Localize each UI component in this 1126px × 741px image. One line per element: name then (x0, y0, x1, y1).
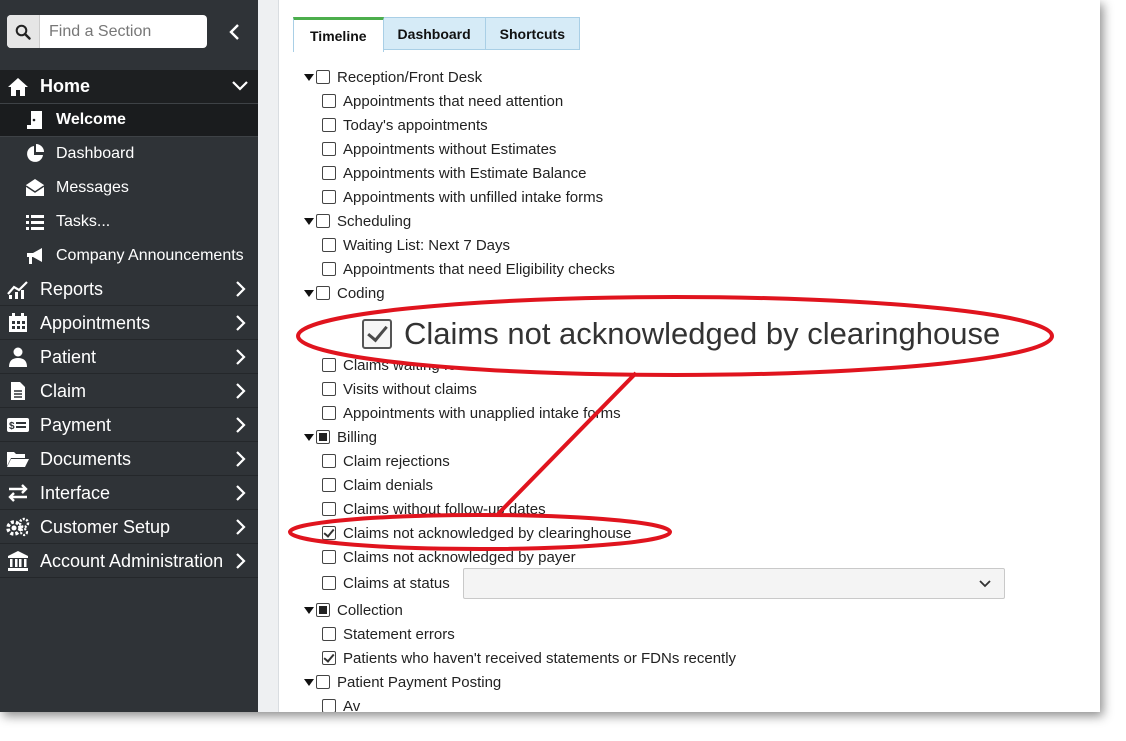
callout-label: Claims not acknowledged by clearinghouse (404, 316, 1001, 351)
callout-connector (496, 371, 638, 516)
annotation-overlay (288, 295, 1054, 551)
highlight-ellipse (288, 513, 672, 551)
app-window: Home Welcome Dashboard Messages (0, 0, 1100, 712)
magnified-callout: Claims not acknowledged by clearinghouse (362, 316, 1000, 352)
magnified-checkbox (362, 319, 392, 349)
